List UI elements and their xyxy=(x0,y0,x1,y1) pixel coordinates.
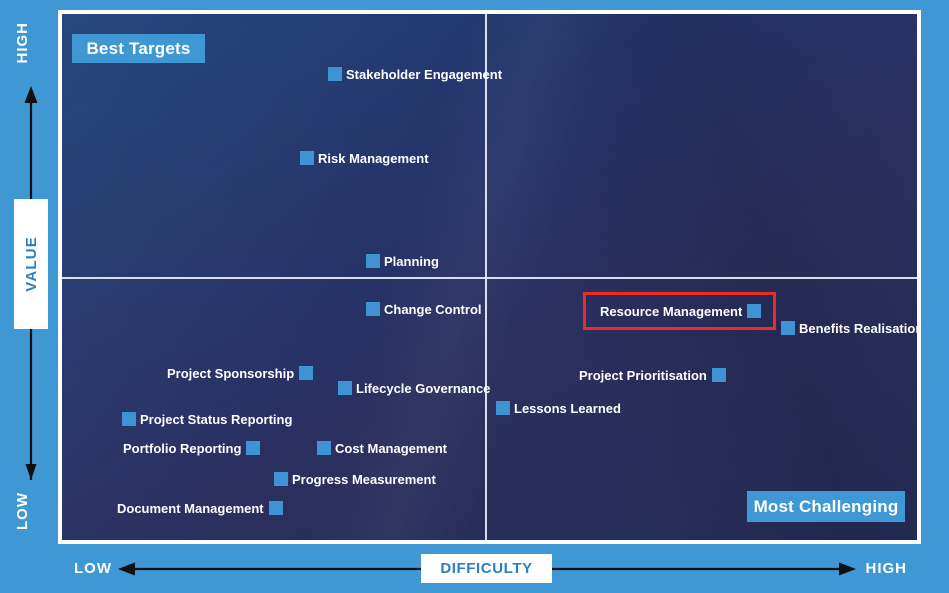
data-point-marker xyxy=(366,254,380,268)
data-point-marker xyxy=(299,366,314,380)
data-point-marker xyxy=(338,381,352,395)
difficulty-axis-low-label: LOW xyxy=(74,560,112,577)
data-point-label: Stakeholder Engagement xyxy=(346,66,503,82)
data-point-label: Risk Management xyxy=(318,150,429,166)
data-point-label: Portfolio Reporting xyxy=(123,440,242,456)
data-point[interactable]: Benefits Realisation xyxy=(781,320,921,336)
data-point[interactable]: Project Status Reporting xyxy=(122,412,292,426)
data-point-label: Change Control xyxy=(384,301,482,317)
data-point-marker xyxy=(300,151,314,165)
data-point-marker xyxy=(496,401,510,415)
data-point-label: Lifecycle Governance xyxy=(356,380,491,396)
data-point-label: Project Sponsorship xyxy=(167,365,295,381)
data-point-marker xyxy=(711,368,726,382)
data-point-label: Document Management xyxy=(117,500,264,516)
data-point-label: Cost Management xyxy=(335,440,447,456)
badge-best-targets: Best Targets xyxy=(72,34,205,63)
data-point-marker xyxy=(781,321,795,335)
data-point-marker xyxy=(366,302,380,316)
value-axis: HIGH VALUE LOW xyxy=(0,0,58,544)
data-point-label: Project Status Reporting xyxy=(140,411,293,427)
data-point-label: Resource Management xyxy=(600,303,743,319)
data-point[interactable]: Lifecycle Governance xyxy=(338,381,490,395)
data-point[interactable]: Portfolio Reporting xyxy=(123,440,261,456)
data-point-marker xyxy=(317,441,331,455)
data-point-marker xyxy=(268,501,283,515)
data-point[interactable]: Planning xyxy=(366,254,439,268)
difficulty-axis-high-label: HIGH xyxy=(865,560,907,577)
data-point[interactable]: Project Prioritisation xyxy=(579,368,726,382)
chart-canvas: HIGH VALUE LOW Best Targets Most Challen… xyxy=(0,0,949,593)
data-point[interactable]: Change Control xyxy=(366,302,482,316)
badge-most-challenging: Most Challenging xyxy=(747,491,905,522)
data-point-marker xyxy=(328,67,342,81)
data-point[interactable]: Lessons Learned xyxy=(496,401,621,415)
value-axis-low-label: LOW xyxy=(14,492,31,530)
quadrant-divider-horizontal xyxy=(62,277,917,279)
data-point[interactable]: Project Sponsorship xyxy=(167,365,314,381)
difficulty-axis-title: DIFFICULTY xyxy=(421,554,552,583)
data-point[interactable]: Cost Management xyxy=(317,441,447,455)
quadrant-divider-vertical xyxy=(485,14,487,540)
value-axis-high-label: HIGH xyxy=(14,22,31,64)
data-point-label: Benefits Realisation xyxy=(799,320,921,336)
value-axis-title: VALUE xyxy=(14,199,48,329)
data-point-marker xyxy=(274,472,288,486)
data-point[interactable]: Risk Management xyxy=(300,151,429,165)
data-point-marker xyxy=(122,412,136,426)
data-point[interactable]: Document Management xyxy=(117,501,283,515)
data-point-marker xyxy=(246,441,261,455)
plot-area: Best Targets Most Challenging Stakeholde… xyxy=(58,10,921,544)
data-point-marker xyxy=(747,304,762,318)
data-point[interactable]: Progress Measurement xyxy=(274,472,436,486)
data-point-label: Project Prioritisation xyxy=(579,367,707,383)
value-axis-title-text: VALUE xyxy=(22,236,40,292)
data-point-label: Lessons Learned xyxy=(514,400,621,416)
data-point-highlighted[interactable]: Resource Management xyxy=(583,292,777,330)
data-point[interactable]: Stakeholder Engagement xyxy=(328,67,502,81)
data-point-label: Planning xyxy=(384,253,439,269)
data-point-label: Progress Measurement xyxy=(292,471,436,487)
